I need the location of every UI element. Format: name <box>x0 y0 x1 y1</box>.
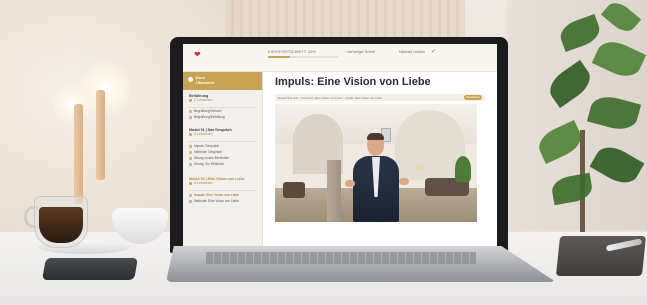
lesson-status-icon <box>189 109 192 113</box>
coffee <box>39 207 83 243</box>
course-topbar: ❤ KURSFORTSCHRITT: 32% ‹ Vorheriger Schr… <box>183 44 497 72</box>
divider <box>189 141 257 142</box>
lesson-item[interactable]: Übung: Zur Reflexion <box>189 162 261 167</box>
module-01[interactable]: Modul 01 | Das Gespräch 4 Lektionen <box>189 128 232 137</box>
complete-button[interactable]: Abschließen <box>464 95 482 100</box>
video-chair <box>283 182 305 198</box>
next-lesson-button[interactable]: Nächste Lektion <box>399 50 425 54</box>
speaker-hair <box>367 133 384 140</box>
smartphone <box>42 258 138 280</box>
lesson-label: Übung zu den Bereichen <box>194 156 230 160</box>
sidebar-header-label: Kurs Übersicht <box>196 75 215 85</box>
lesson-item-active[interactable]: Impuls: Eine Vision von Liebe <box>189 193 261 198</box>
coffee-cup <box>34 196 88 248</box>
menu-icon <box>188 77 193 82</box>
lesson-content: Impuls: Eine Vision von Liebe Modul Über… <box>263 72 497 246</box>
lesson-item[interactable]: Methode: Gespräch <box>189 150 261 155</box>
previous-step-label: Vorheriger Schritt <box>347 50 375 54</box>
keyboard <box>206 252 476 264</box>
video-lamp <box>415 164 425 170</box>
lesson-status-icon <box>189 150 192 154</box>
module-02[interactable]: Modul 02 | Eine Vision von Liebe 4 Lekti… <box>189 177 245 186</box>
lesson-label: Methode: Gespräch <box>194 150 222 154</box>
course-sidebar: Kurs Übersicht Einführung 2 Lektionen Be… <box>183 72 263 246</box>
lesson-item[interactable]: Impuls: Gespräch <box>189 144 261 149</box>
breadcrumb-text[interactable]: Modul Übersicht > Modul 02 | Eine Vision… <box>278 96 382 100</box>
module-intro[interactable]: Einführung 2 Lektionen <box>189 94 213 103</box>
video-pillar <box>327 160 341 222</box>
lesson-label: Übung: Zur Reflexion <box>194 162 225 166</box>
module-dot-icon <box>189 98 192 102</box>
lesson-item[interactable]: Begrüßung/Vorwort <box>189 109 261 114</box>
background-curtain <box>225 0 465 42</box>
lesson-label: Impuls: Eine Vision von Liebe <box>194 193 240 197</box>
lesson-item[interactable]: Methode: Eine Vision von Liebe <box>189 199 261 204</box>
laptop-screen: ❤ KURSFORTSCHRITT: 32% ‹ Vorheriger Schr… <box>183 44 497 246</box>
video-plant <box>455 156 471 182</box>
lesson-status-icon <box>189 115 192 119</box>
lesson-label: Impuls: Gespräch <box>194 144 219 148</box>
progress-label: KURSFORTSCHRITT: 32% <box>268 50 317 54</box>
lesson-status-icon <box>189 144 192 148</box>
module-subtitle: 4 Lektionen <box>194 132 213 137</box>
check-icon[interactable]: ✔ <box>431 48 436 55</box>
module-subtitle: 4 Lektionen <box>194 181 213 186</box>
lesson-status-icon <box>189 199 192 203</box>
progress-fill <box>268 56 291 58</box>
lesson-item[interactable]: Begrüßung/Einleitung <box>189 115 261 120</box>
lesson-item[interactable]: Übung zu den Bereichen <box>189 156 261 161</box>
video-player[interactable] <box>275 104 477 222</box>
progress-bar <box>268 56 338 58</box>
lamp-glow <box>52 84 92 124</box>
heart-logo-icon[interactable]: ❤ <box>194 51 201 59</box>
lamp-stand <box>74 104 83 204</box>
laptop-base <box>166 246 556 282</box>
lesson-label: Begrüßung/Vorwort <box>194 109 222 113</box>
lesson-label: Begrüßung/Einleitung <box>194 115 225 119</box>
page-title: Impuls: Eine Vision von Liebe <box>275 76 431 88</box>
lamp-stand <box>96 90 105 180</box>
breadcrumb: Modul Übersicht > Modul 02 | Eine Vision… <box>275 94 485 101</box>
lesson-status-icon <box>189 193 192 197</box>
module-dot-icon <box>189 181 192 185</box>
sidebar-header[interactable]: Kurs Übersicht <box>183 72 262 90</box>
lesson-label: Methode: Eine Vision von Liebe <box>194 199 239 203</box>
module-subtitle: 2 Lektionen <box>194 98 213 103</box>
lesson-status-icon <box>189 162 192 166</box>
speaker-hand <box>399 178 409 185</box>
divider <box>189 190 257 191</box>
speaker-hand <box>345 180 355 187</box>
module-dot-icon <box>189 132 192 136</box>
lesson-status-icon <box>189 156 192 160</box>
previous-step-button[interactable]: ‹ Vorheriger Schritt <box>345 50 375 54</box>
divider <box>189 107 257 108</box>
